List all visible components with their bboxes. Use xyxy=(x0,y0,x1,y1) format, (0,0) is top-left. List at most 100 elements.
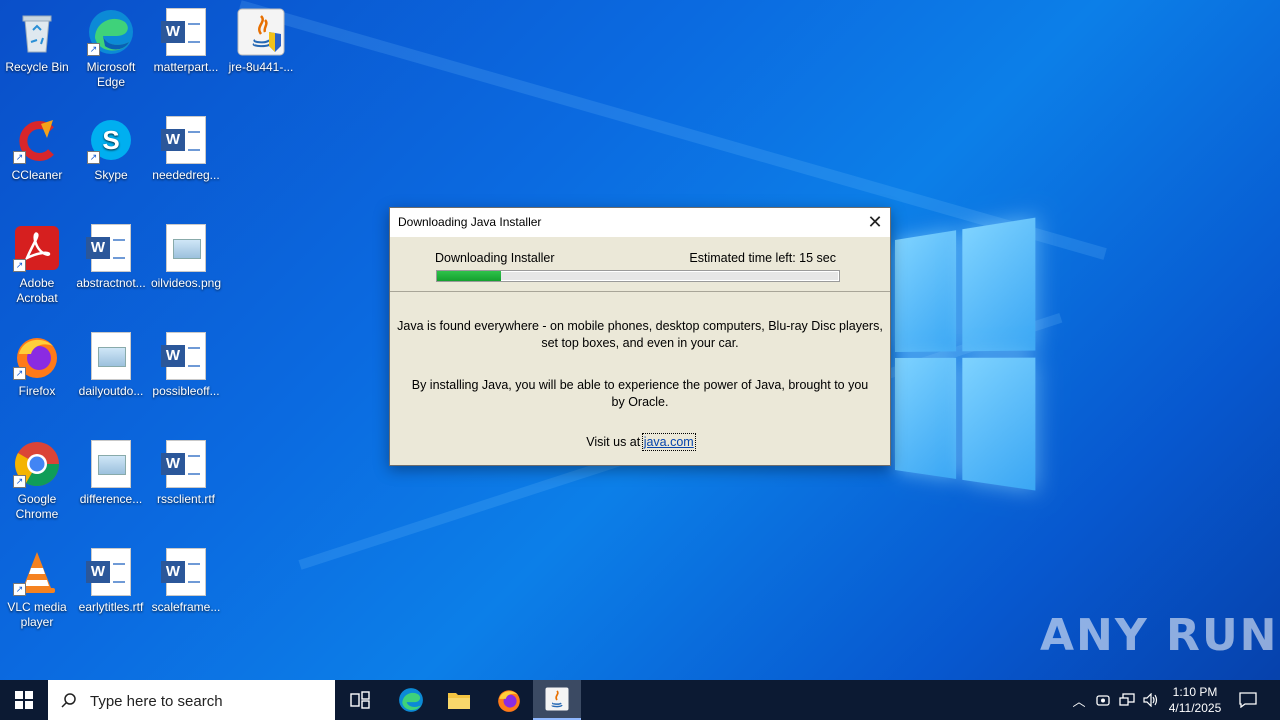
windows-start-icon xyxy=(15,691,33,709)
icon-label: matterpart... xyxy=(153,60,219,74)
icon-label: abstractnot... xyxy=(76,276,146,290)
shortcut-arrow-icon: ↗ xyxy=(13,151,26,164)
taskbar-firefox[interactable] xyxy=(485,680,533,720)
java-com-link[interactable]: java.com xyxy=(641,433,696,451)
anyrun-watermark: ANY RUN xyxy=(1040,610,1279,661)
download-progress-bar xyxy=(436,270,840,282)
desktop-icon-abstractnot[interactable]: W abstractnot... xyxy=(74,224,148,291)
icon-label: jre-8u441-... xyxy=(228,60,294,74)
shortcut-arrow-icon: ↗ xyxy=(13,367,26,380)
icon-label: difference... xyxy=(79,492,143,506)
icon-label: CCleaner xyxy=(11,168,63,182)
network-icon xyxy=(1119,693,1135,706)
meet-now-icon xyxy=(1096,695,1110,706)
microsoft-edge-icon xyxy=(399,688,423,712)
word-document-icon: W xyxy=(161,440,210,488)
firefox-icon xyxy=(498,690,520,712)
clock-time: 1:10 PM xyxy=(1172,685,1218,699)
desktop-icon-acrobat[interactable]: ↗ Adobe Acrobat xyxy=(0,224,74,306)
desktop-icon-vlc[interactable]: ↗ VLC media player xyxy=(0,548,74,630)
info-message-2: By installing Java, you will be able to … xyxy=(411,378,869,409)
visit-prefix: Visit us at xyxy=(586,435,644,449)
info-message-1: Java is found everywhere - on mobile pho… xyxy=(397,319,883,350)
word-document-icon: W xyxy=(86,548,135,596)
tray-app-button[interactable] xyxy=(1092,680,1114,720)
notifications-button[interactable] xyxy=(1233,680,1263,720)
shortcut-arrow-icon: ↗ xyxy=(13,583,26,596)
microsoft-edge-icon: ↗ xyxy=(87,8,135,56)
taskbar-clock[interactable]: 1:10 PM 4/11/2025 xyxy=(1160,684,1230,716)
chevron-up-icon: ︿ xyxy=(1072,693,1086,709)
shortcut-arrow-icon: ↗ xyxy=(87,43,100,56)
ccleaner-icon: ↗ xyxy=(13,116,61,164)
dialog-titlebar[interactable]: Downloading Java Installer ✕ xyxy=(390,208,890,237)
task-view-button[interactable] xyxy=(336,680,384,720)
image-file-icon xyxy=(87,440,135,488)
svg-text:S: S xyxy=(102,125,119,155)
desktop-icon-chrome[interactable]: ↗ Google Chrome xyxy=(0,440,74,522)
taskbar-edge[interactable] xyxy=(387,680,435,720)
desktop-icon-oilvideos[interactable]: oilvideos.png xyxy=(149,224,223,291)
dialog-title: Downloading Java Installer xyxy=(398,215,542,229)
icon-label: Google Chrome xyxy=(15,492,59,521)
taskbar: ︿ 1:10 PM 4/11/2025 xyxy=(0,680,1280,720)
icon-label: neededreg... xyxy=(152,168,220,182)
desktop-icon-recycle-bin[interactable]: Recycle Bin xyxy=(0,8,74,75)
visit-line: Visit us at java.com xyxy=(390,433,890,451)
icon-label: Adobe Acrobat xyxy=(16,276,58,305)
desktop-icon-neededreg[interactable]: W neededreg... xyxy=(149,116,223,183)
recycle-bin-icon xyxy=(13,8,61,56)
desktop-icon-ccleaner[interactable]: ↗ CCleaner xyxy=(0,116,74,183)
start-button[interactable] xyxy=(0,680,48,720)
close-icon: ✕ xyxy=(867,212,883,232)
word-document-icon: W xyxy=(86,224,135,272)
icon-label: oilvideos.png xyxy=(150,276,222,290)
folder-icon xyxy=(448,693,470,709)
java-icon xyxy=(545,687,569,711)
desktop-icon-dailyoutdo[interactable]: dailyoutdo... xyxy=(74,332,148,399)
desktop: Recycle Bin ↗ CCleaner ↗ Adobe Acrobat ↗… xyxy=(0,0,1280,680)
icon-label: Recycle Bin xyxy=(5,60,69,74)
clock-date: 4/11/2025 xyxy=(1168,701,1222,715)
vlc-cone-icon: ↗ xyxy=(13,548,61,596)
skype-icon: S ↗ xyxy=(87,116,135,164)
progress-fill xyxy=(437,271,502,281)
shortcut-arrow-icon: ↗ xyxy=(13,475,26,488)
image-file-icon xyxy=(162,224,210,272)
firefox-icon: ↗ xyxy=(13,332,61,380)
icon-label: earlytitles.rtf xyxy=(78,600,144,614)
desktop-icon-difference[interactable]: difference... xyxy=(74,440,148,507)
icon-label: Firefox xyxy=(18,384,56,398)
taskbar-search[interactable] xyxy=(48,680,335,720)
progress-section: Downloading Installer Estimated time lef… xyxy=(390,237,890,292)
desktop-icon-earlytitles[interactable]: W earlytitles.rtf xyxy=(74,548,148,615)
icon-label: Microsoft Edge xyxy=(86,60,136,89)
taskbar-java-installer[interactable] xyxy=(533,680,581,720)
word-document-icon: W xyxy=(161,8,210,56)
show-hidden-icons-button[interactable]: ︿ xyxy=(1068,680,1090,720)
close-button[interactable]: ✕ xyxy=(860,208,890,237)
search-input[interactable] xyxy=(88,690,322,712)
network-button[interactable] xyxy=(1116,680,1138,720)
google-chrome-icon: ↗ xyxy=(13,440,61,488)
desktop-icon-skype[interactable]: S ↗ Skype xyxy=(74,116,148,183)
adobe-acrobat-icon: ↗ xyxy=(13,224,61,272)
volume-button[interactable] xyxy=(1140,680,1162,720)
word-document-icon: W xyxy=(161,548,210,596)
desktop-icon-matterpart[interactable]: W matterpart... xyxy=(149,8,223,75)
image-file-icon xyxy=(87,332,135,380)
taskbar-file-explorer[interactable] xyxy=(435,680,483,720)
desktop-icon-jre[interactable]: jre-8u441-... xyxy=(224,8,298,75)
word-document-icon: W xyxy=(161,332,210,380)
desktop-icon-possibleoff[interactable]: W possibleoff... xyxy=(149,332,223,399)
icon-label: possibleoff... xyxy=(152,384,220,398)
desktop-icon-edge[interactable]: ↗ Microsoft Edge xyxy=(74,8,148,90)
icon-label: dailyoutdo... xyxy=(78,384,144,398)
icon-label: Skype xyxy=(94,168,128,182)
desktop-icon-firefox[interactable]: ↗ Firefox xyxy=(0,332,74,399)
estimated-time-label: Estimated time left: 15 sec xyxy=(689,251,836,265)
desktop-icon-scaleframe[interactable]: W scaleframe... xyxy=(149,548,223,615)
shortcut-arrow-icon: ↗ xyxy=(13,259,26,272)
notification-icon xyxy=(1239,692,1257,708)
desktop-icon-rssclient[interactable]: W rssclient.rtf xyxy=(149,440,223,507)
